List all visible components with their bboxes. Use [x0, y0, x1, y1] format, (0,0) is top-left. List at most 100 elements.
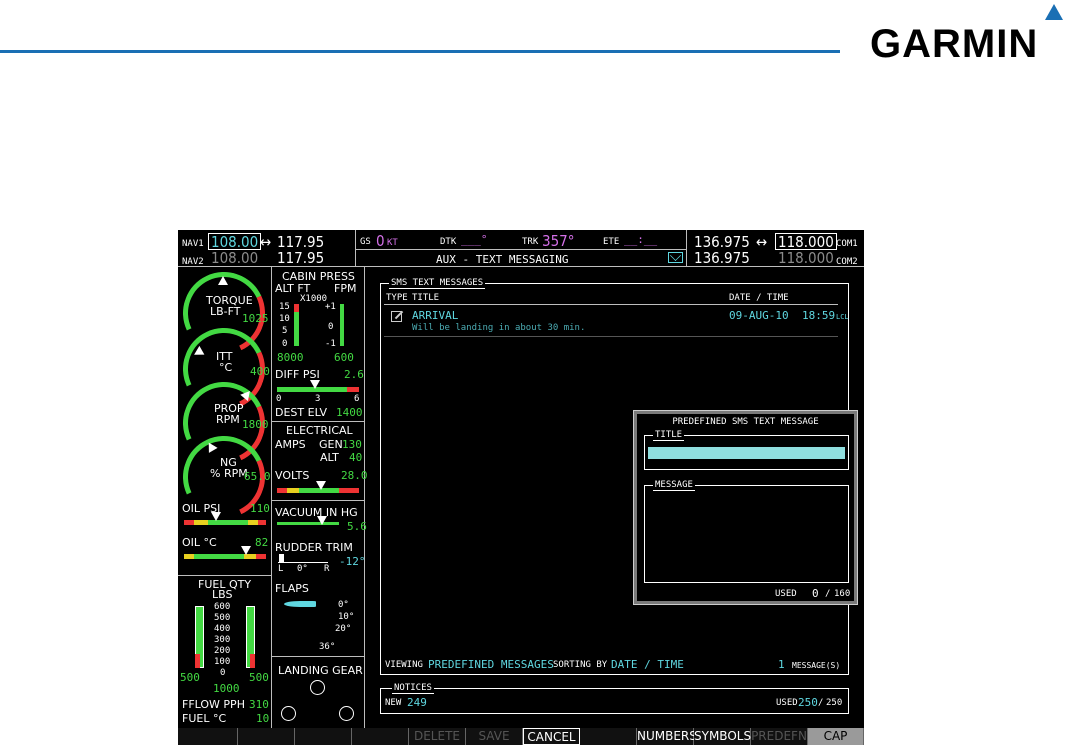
flaps-scale-0: 0° — [338, 600, 349, 610]
message-input[interactable] — [649, 494, 845, 578]
fuel-scale-100: 100 — [214, 657, 231, 667]
fuel-left-value: 500 — [180, 671, 200, 684]
notices-used-separator: / — [818, 698, 824, 708]
com1-active-frequency[interactable]: 118.000 — [775, 233, 837, 250]
rudder-scale-r: R — [324, 564, 330, 574]
oil-psi-bar-red-high — [258, 520, 266, 525]
header-rule — [0, 50, 840, 53]
message-timezone: LCL — [836, 313, 849, 321]
message-count-value: 1 — [778, 658, 785, 671]
vacuum-value: 5.6 — [347, 520, 367, 533]
softkey-3[interactable] — [295, 728, 352, 745]
message-time: 18:59 — [802, 309, 836, 322]
nav1-active-frequency[interactable]: 108.00 — [208, 233, 262, 250]
notices-used-value: 250 — [798, 696, 818, 709]
com2-label: COM2 — [836, 257, 858, 267]
systems-strip-divider — [364, 267, 365, 728]
diff-psi-scale-0: 0 — [276, 394, 282, 404]
table-row[interactable]: ARRIVAL Will be landing in about 30 min.… — [384, 307, 849, 335]
softkey-1[interactable] — [178, 728, 238, 745]
col-type-header: TYPE — [386, 293, 408, 303]
flaps-indicator — [284, 601, 316, 607]
softkey-8[interactable] — [580, 728, 637, 745]
fuel-left-red-zone — [195, 654, 200, 668]
col-date-header: DATE / TIME — [729, 293, 789, 303]
gs-value: 0 — [376, 232, 385, 250]
dialog-used-value: 0 — [812, 587, 819, 600]
nav1-swap-icon[interactable]: ↔ — [260, 233, 271, 251]
diff-psi-scale-6: 6 — [354, 394, 360, 404]
message-title: ARRIVAL — [412, 309, 459, 322]
engine-strip-divider — [271, 267, 272, 728]
electrical-label: ELECTRICAL — [286, 424, 353, 437]
fuel-scale-400: 400 — [214, 624, 231, 634]
fuel-scale-300: 300 — [214, 635, 231, 645]
landing-gear-label: LANDING GEAR — [278, 664, 363, 677]
dest-elv-label: DEST ELV — [275, 406, 328, 419]
softkey-4[interactable] — [352, 728, 409, 745]
rudder-scale-0: 0° — [297, 564, 308, 574]
dest-elv-value: 1400 — [336, 406, 363, 419]
viewing-value[interactable]: PREDEFINED MESSAGES — [428, 658, 554, 671]
oil-psi-bar-yellow-high — [248, 520, 258, 525]
fuel-right-red-zone — [250, 654, 255, 668]
notices-used-max: 250 — [826, 698, 843, 708]
notices-label: NOTICES — [392, 683, 434, 694]
com2-active-frequency[interactable]: 118.000 — [778, 249, 834, 267]
cabin-alt-scale-5: 5 — [282, 326, 288, 336]
cabin-fpm-scale-0: 0 — [328, 322, 334, 332]
dialog-used-max: 160 — [834, 589, 851, 599]
cabin-alt-red-zone — [294, 304, 299, 312]
predefn-softkey[interactable]: PREDEFN — [751, 728, 808, 745]
alt-amp-label: ALT — [320, 451, 339, 464]
fuel-scale-600: 600 — [214, 602, 231, 612]
dialog-title: PREDEFINED SMS TEXT MESSAGE — [672, 417, 819, 427]
itt-value: 400 — [250, 365, 270, 378]
oil-psi-bar-red-low — [184, 520, 194, 525]
message-body: Will be landing in about 30 min. — [412, 323, 586, 333]
com2-standby-frequency[interactable]: 136.975 — [694, 249, 750, 267]
torque-pointer — [218, 276, 228, 285]
sorting-value[interactable]: DATE / TIME — [611, 658, 684, 671]
diff-psi-pointer — [310, 380, 320, 389]
right-gear-indicator — [339, 706, 354, 721]
left-gear-indicator — [281, 706, 296, 721]
com1-label: COM1 — [836, 239, 858, 249]
notices-used-label: USED — [776, 698, 798, 708]
nav2-standby-frequency[interactable]: 117.95 — [277, 249, 324, 267]
fuel-temp-value: 10 — [256, 712, 270, 725]
symbols-softkey[interactable]: SYMBOLS — [694, 728, 751, 745]
softkey-2[interactable] — [238, 728, 295, 745]
cabin-alt-value: 8000 — [277, 351, 304, 364]
cap-lock-softkey[interactable]: CAP LOCK — [808, 728, 864, 745]
diff-psi-scale-3: 3 — [315, 394, 321, 404]
gs-label: GS — [360, 237, 371, 247]
oil-temp-bar-yellow-low — [184, 554, 194, 559]
note-edit-icon — [391, 310, 404, 322]
garmin-logo: GARMIN — [870, 22, 1039, 66]
fuel-divider — [178, 575, 271, 576]
oil-temp-pointer — [241, 546, 251, 555]
title-input[interactable] — [648, 447, 845, 459]
volts-label: VOLTS — [275, 469, 310, 482]
predefined-message-dialog: PREDEFINED SMS TEXT MESSAGE TITLE MESSAG… — [633, 410, 858, 605]
oil-psi-bar-yellow-low — [194, 520, 208, 525]
cancel-softkey[interactable]: CANCEL — [523, 728, 580, 745]
diff-psi-red-zone — [347, 387, 359, 392]
volts-bar-red-low — [277, 488, 287, 493]
nav2-active-frequency[interactable]: 108.00 — [211, 249, 258, 267]
save-softkey[interactable]: SAVE — [466, 728, 523, 745]
vacuum-divider — [272, 500, 364, 501]
com1-swap-icon[interactable]: ↔ — [756, 233, 767, 251]
oil-psi-value: 110 — [250, 502, 270, 515]
rudder-trim-value: -12° — [339, 555, 366, 568]
fuel-scale-500: 500 — [214, 613, 231, 623]
flaps-label: FLAPS — [275, 582, 309, 595]
table-header-rule — [384, 304, 838, 305]
fuel-qty-unit: LBS — [212, 588, 233, 601]
delete-softkey[interactable]: DELETE — [409, 728, 466, 745]
flaps-scale-20: 20° — [335, 624, 352, 634]
numbers-softkey[interactable]: NUMBERS — [637, 728, 697, 745]
com-divider — [686, 230, 687, 266]
fuel-flow-label: FFLOW PPH — [182, 698, 245, 711]
